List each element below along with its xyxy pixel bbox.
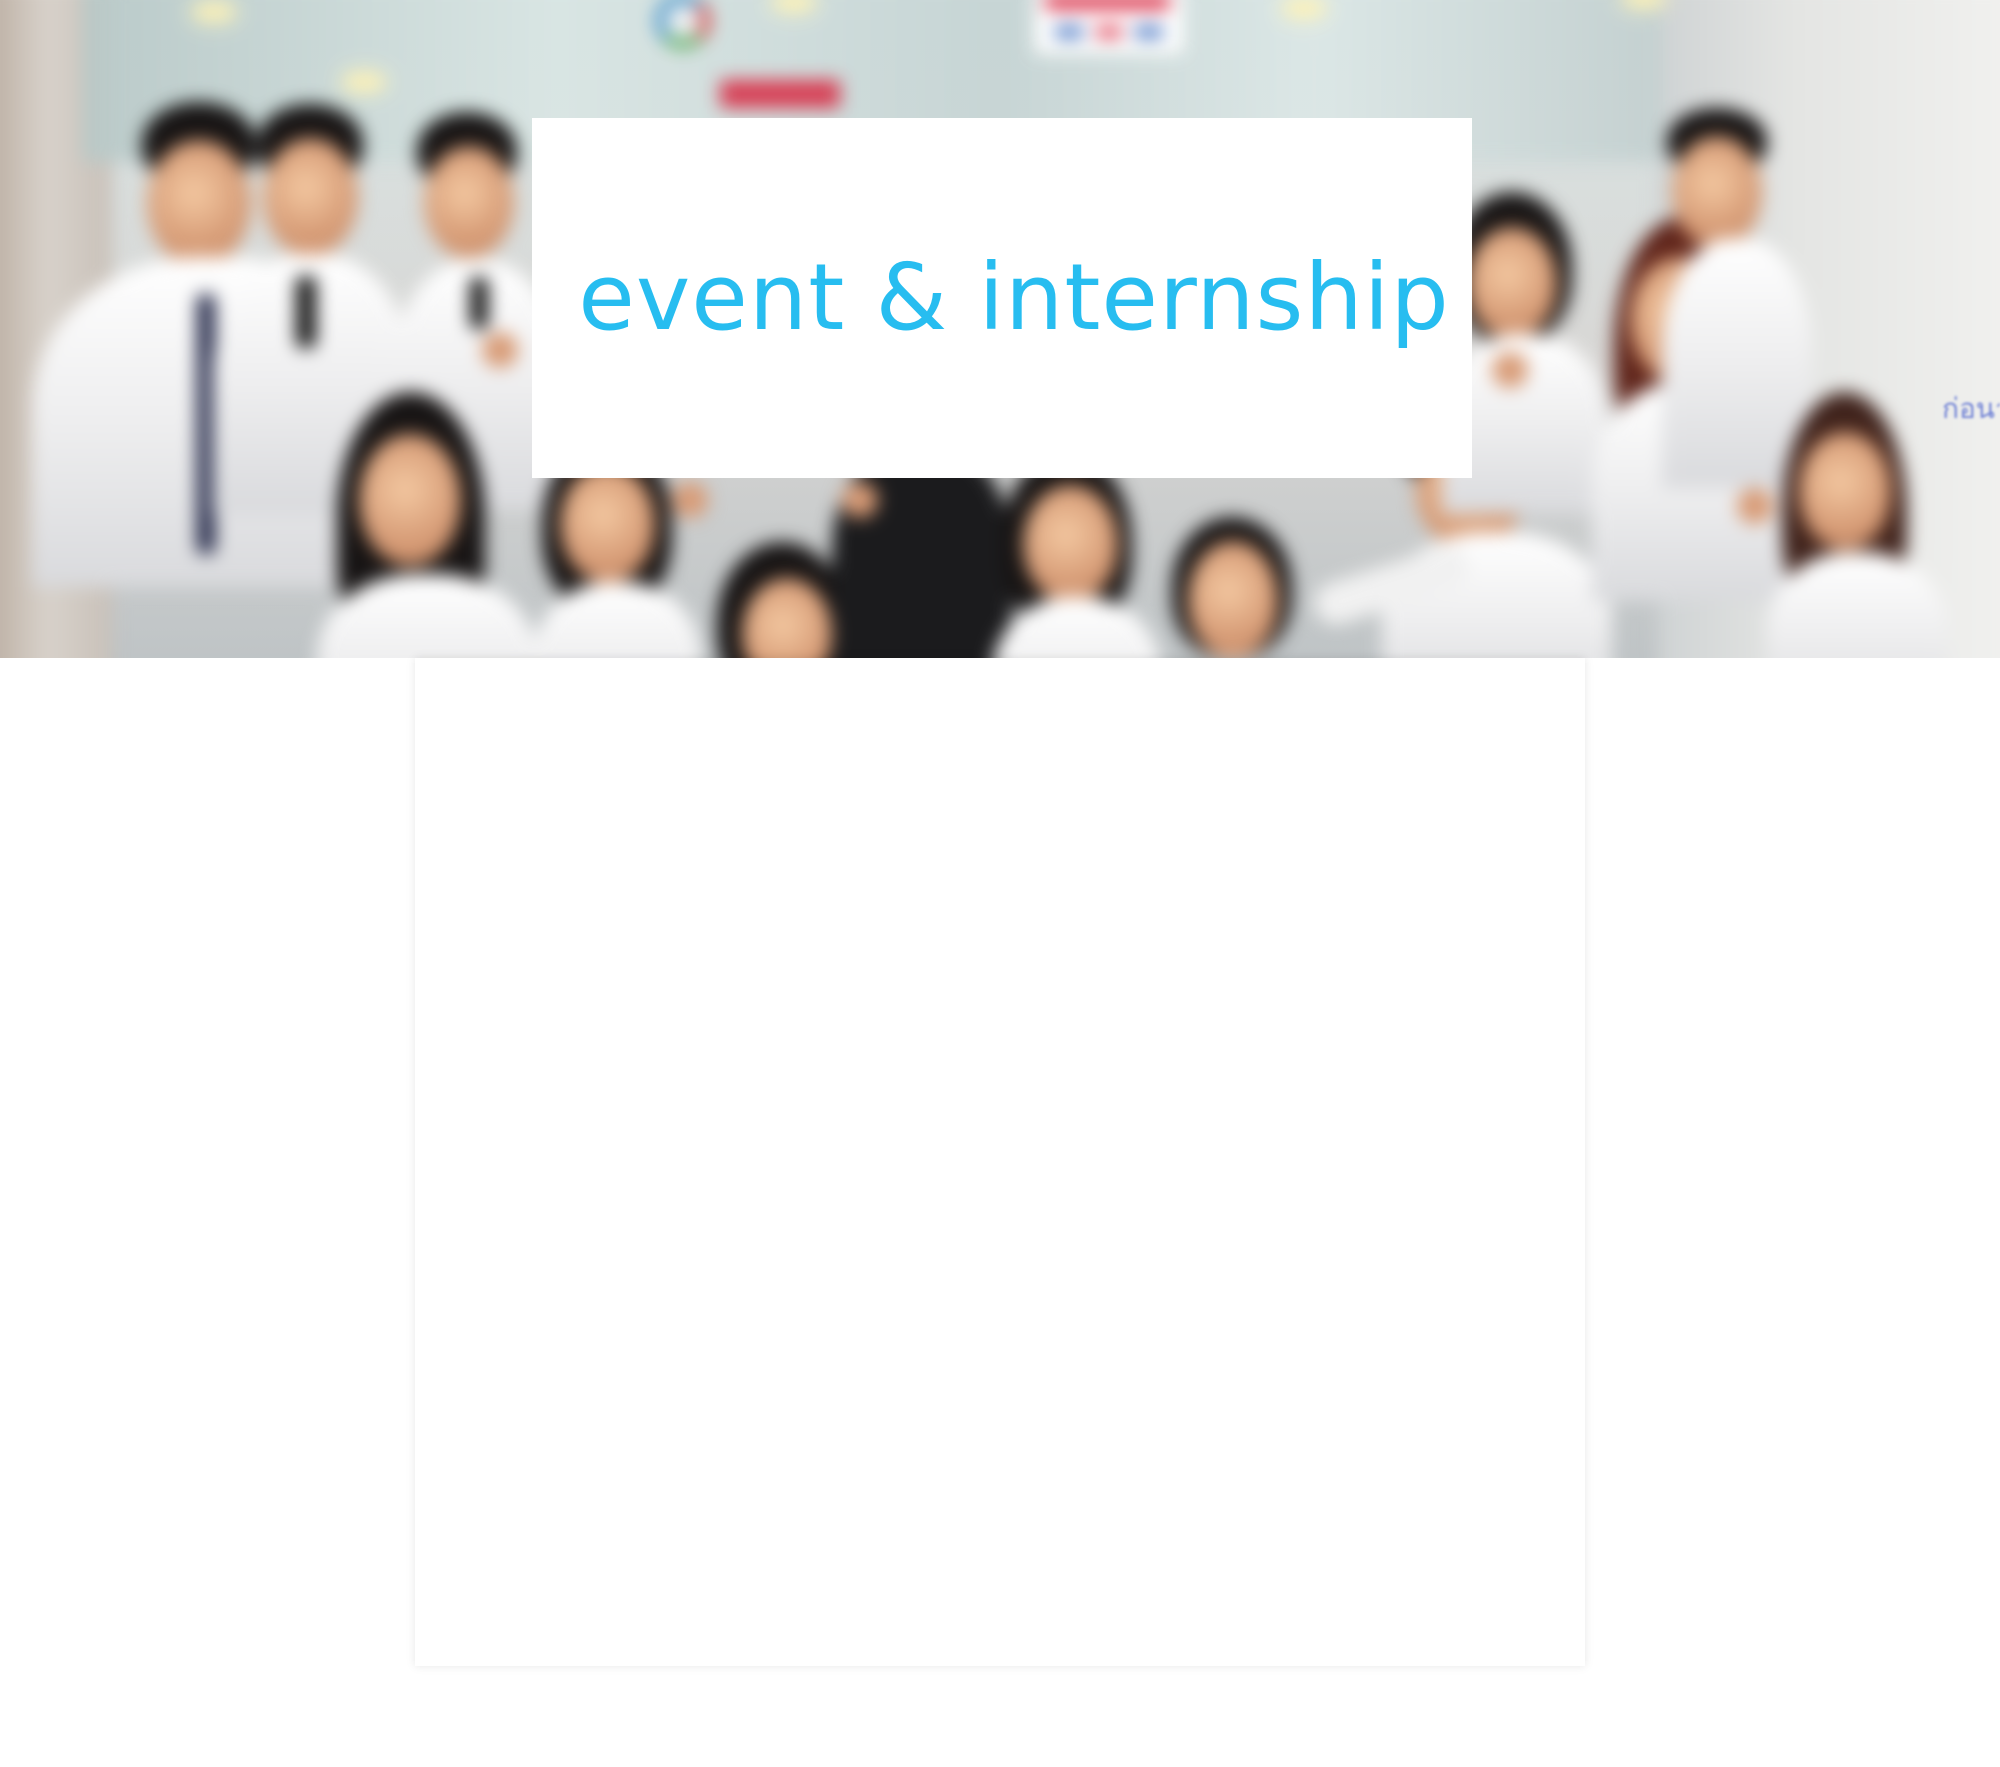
hero-title-panel: event & internship [532,118,1472,478]
page: event & internship ก่อนา [0,0,2000,1767]
ceiling-light [1282,0,1326,16]
ceiling-light [342,74,386,90]
thumbs-up-hand [1492,352,1528,388]
hero-banner: event & internship ก่อนา [0,0,2000,658]
thumbs-up-hand [482,332,518,368]
page-title: event & internship [578,244,1450,351]
ceiling-light [192,4,236,20]
red-sign [720,80,840,108]
company-sign-logo [1034,0,1184,54]
content-card [415,658,1585,1666]
thumbs-up-hand [672,482,708,518]
partial-side-text: ก่อนา [1942,392,2000,425]
thumbs-up-hand [842,482,878,518]
thumbs-up-hand [1737,488,1773,524]
